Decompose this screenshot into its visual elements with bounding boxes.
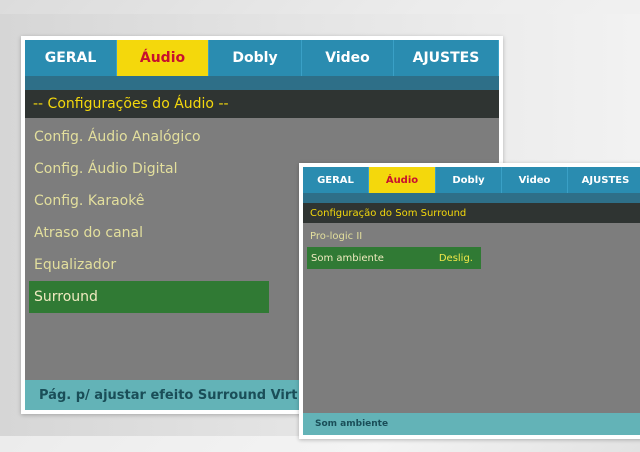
- tab-audio[interactable]: Áudio: [117, 40, 209, 76]
- menu-item-pro-logic[interactable]: Pro-logic II: [303, 225, 640, 247]
- tab-bar: GERAL Áudio Dobly Video AJUSTES: [303, 167, 640, 193]
- menu-item-label: Pro-logic II: [310, 230, 363, 242]
- tab-ajustes[interactable]: AJUSTES: [568, 167, 640, 193]
- menu-header: -- Configurações do Áudio --: [25, 90, 499, 118]
- tab-audio[interactable]: Áudio: [369, 167, 436, 193]
- menu-list: Pro-logic II Som ambiente Deslig.: [303, 223, 640, 269]
- tab-geral[interactable]: GERAL: [25, 40, 117, 76]
- surround-settings-screen: GERAL Áudio Dobly Video AJUSTES Configur…: [299, 163, 640, 439]
- menu-item-value: Deslig.: [438, 252, 473, 264]
- menu-item-ambient-sound[interactable]: Som ambiente Deslig.: [307, 247, 481, 269]
- tab-ajustes[interactable]: AJUSTES: [394, 40, 499, 76]
- tab-strip: [303, 193, 640, 203]
- help-footer: Som ambiente: [303, 413, 640, 435]
- tab-dobly[interactable]: Dobly: [436, 167, 502, 193]
- tab-geral[interactable]: GERAL: [303, 167, 369, 193]
- menu-item-surround[interactable]: Surround: [29, 281, 269, 313]
- menu-item-analog-audio[interactable]: Config. Áudio Analógico: [25, 121, 499, 153]
- tab-dobly[interactable]: Dobly: [209, 40, 302, 76]
- tab-strip: [25, 76, 499, 90]
- tab-bar: GERAL Áudio Dobly Video AJUSTES: [25, 40, 499, 76]
- menu-header: Configuração do Som Surround: [303, 203, 640, 223]
- tab-video[interactable]: Video: [502, 167, 568, 193]
- tab-video[interactable]: Video: [302, 40, 394, 76]
- menu-item-label: Som ambiente: [311, 252, 384, 264]
